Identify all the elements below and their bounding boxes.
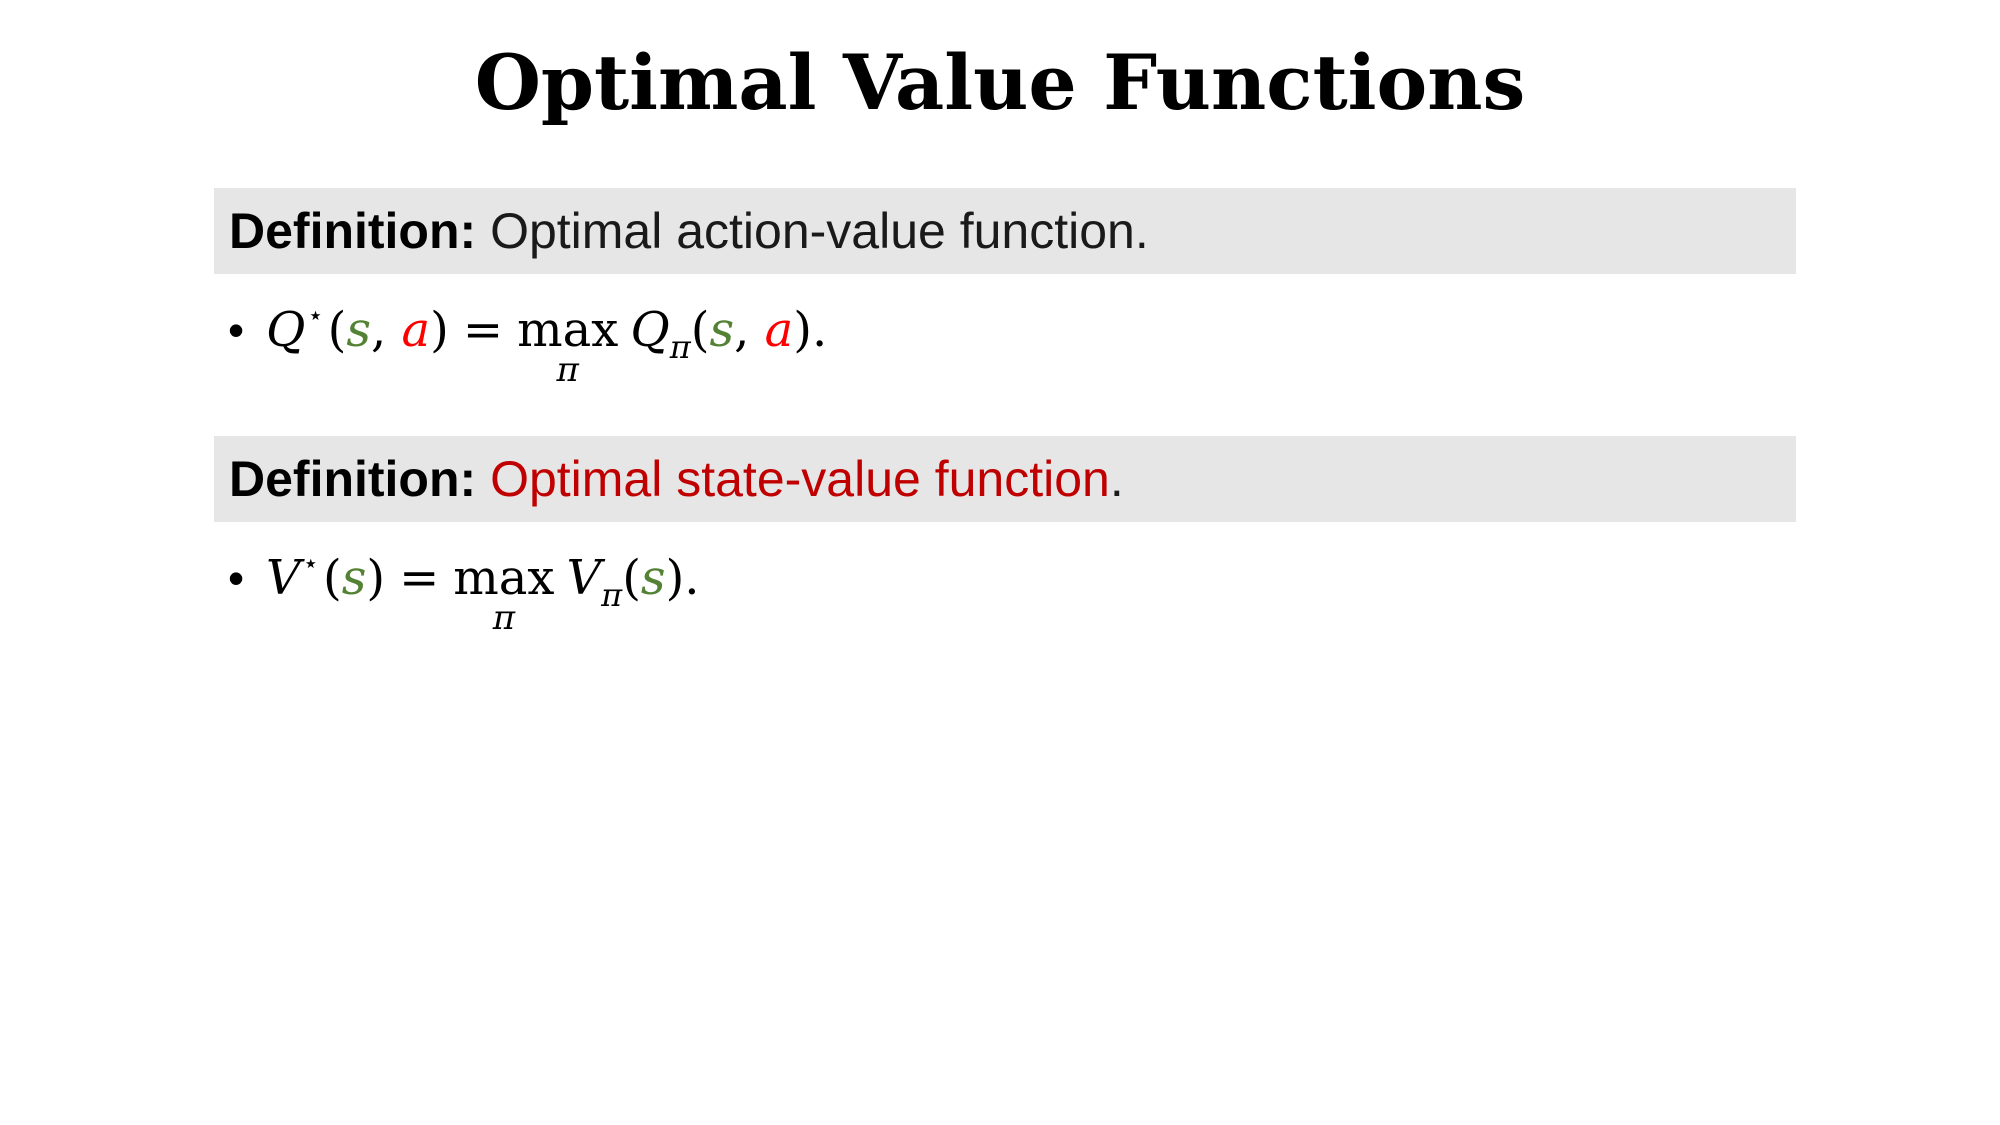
close-paren: ) [366,550,386,606]
formula-v-star: V⋆(s) = max π Vπ(s). [266,540,700,638]
definition-label: Definition: [229,203,477,259]
action-variable: a [764,302,794,358]
state-variable: s [709,302,735,358]
v-symbol: V [266,550,301,606]
max-subscript-pi: π [492,598,516,638]
equals-sign: = [399,550,440,606]
open-paren: ( [327,302,347,358]
definition-label: Definition: [229,451,477,507]
pi-subscript: π [669,328,691,366]
bullet-icon: • [228,552,245,604]
comma: , [734,302,750,358]
action-variable: a [401,302,431,358]
v-pi-symbol: V [566,550,602,606]
slide-title: Optimal Value Functions [474,38,1526,127]
definition-text-period: . [1109,451,1124,507]
state-variable: s [341,550,367,606]
definition-box-action-value: Definition: Optimal action-value functio… [214,188,1796,274]
star-superscript: ⋆ [302,549,319,579]
state-variable: s [640,550,666,606]
comma: , [371,302,387,358]
definition-text: Optimal action-value function. [490,203,1149,259]
open-paren: ( [690,302,710,358]
bullet-icon: • [228,304,245,356]
close-paren-period: ). [665,550,700,606]
max-operator: max π [453,540,554,638]
definition-box-state-value: Definition: Optimal state-value function… [214,436,1796,522]
formula-q-star: Q⋆(s, a) = max π Qπ(s, a). [266,292,828,390]
definition-text-highlight: Optimal state-value function [490,451,1110,507]
close-paren-period: ). [793,302,828,358]
equals-sign: = [462,302,504,358]
state-variable: s [346,302,372,358]
q-pi-symbol: Q [630,302,670,358]
open-paren: ( [322,550,342,606]
star-superscript: ⋆ [307,301,324,331]
pi-subscript: π [601,576,623,614]
close-paren: ) [430,302,449,358]
q-symbol: Q [266,302,306,358]
max-operator: max π [517,292,618,390]
max-subscript-pi: π [556,350,579,390]
slide: Optimal Value Functions Definition: Opti… [0,0,2000,1125]
open-paren: ( [622,550,641,606]
